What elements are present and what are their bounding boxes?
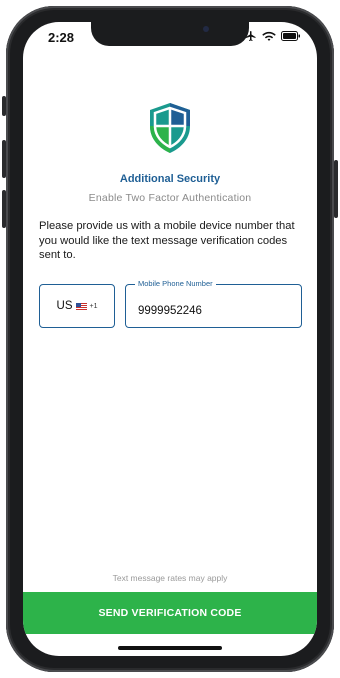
shield-icon: [148, 102, 192, 154]
dial-code: +1: [89, 302, 98, 310]
page-title: Additional Security: [119, 173, 221, 185]
rates-note: Text message rates may apply: [112, 573, 228, 583]
side-button: [2, 190, 6, 228]
status-icons: [245, 30, 301, 42]
wifi-icon: [262, 31, 276, 41]
mobile-phone-value: 9999952246: [138, 305, 202, 317]
camera: [203, 26, 209, 32]
page-subtitle: Enable Two Factor Authentication: [88, 192, 252, 204]
us-flag-icon: [75, 302, 87, 310]
send-verification-code-button[interactable]: SEND VERIFICATION CODE: [23, 592, 317, 634]
country-code: US: [56, 300, 73, 312]
country-code-selector[interactable]: US +1: [39, 284, 115, 328]
side-button: [2, 96, 6, 116]
app-screen: 2:28 Additional Security Enable Two Fact…: [23, 22, 317, 656]
notch: [91, 22, 249, 46]
side-button: [334, 160, 338, 218]
status-time: 2:28: [48, 30, 75, 45]
mobile-phone-label: Mobile Phone Number: [135, 279, 216, 288]
airplane-icon: [246, 31, 256, 41]
home-indicator[interactable]: [118, 646, 222, 650]
mobile-phone-field[interactable]: Mobile Phone Number 9999952246: [125, 279, 302, 328]
battery-icon: [281, 31, 300, 41]
instructions-text: Please provide us with a mobile device n…: [39, 220, 295, 261]
side-button: [2, 140, 6, 178]
